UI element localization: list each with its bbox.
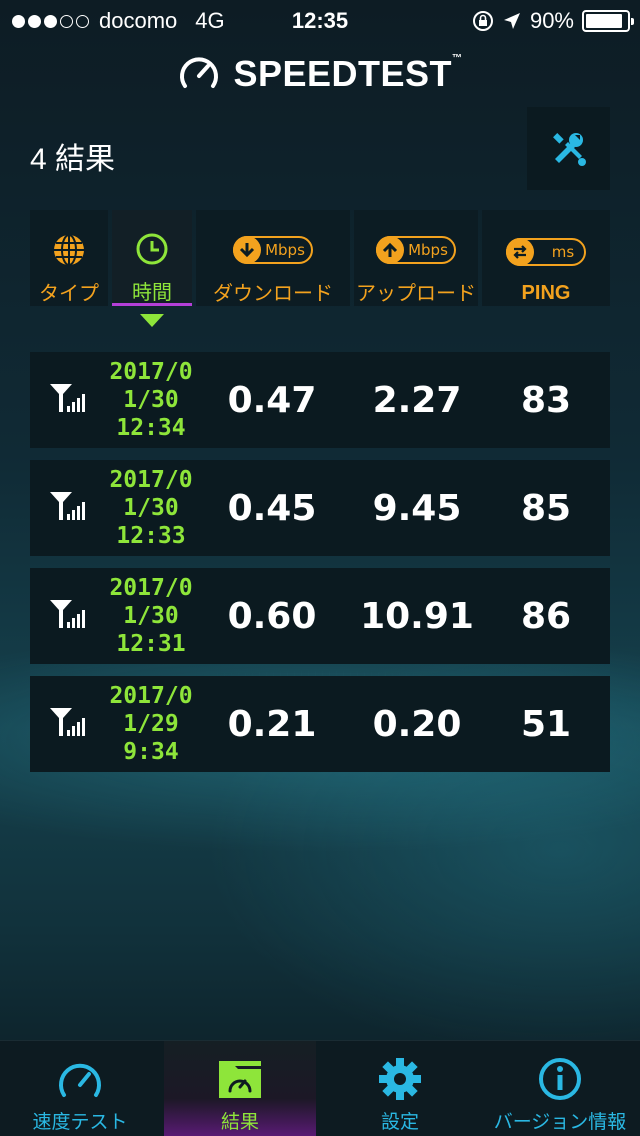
battery-percent: 90% <box>529 8 574 33</box>
column-upload-label: アップロード <box>356 281 476 305</box>
results-count: 4 結果 <box>30 143 116 176</box>
result-datetime: 2017/0 1/30 12:34 <box>98 358 204 442</box>
result-date-day: 1/29 <box>123 711 179 737</box>
clock-icon <box>136 233 168 265</box>
result-upload: 2.27 <box>372 380 462 421</box>
column-upload[interactable]: Mbps アップロード <box>354 210 478 306</box>
gear-icon <box>379 1058 421 1100</box>
result-time: 12:33 <box>116 523 186 549</box>
result-download: 0.47 <box>227 380 317 421</box>
upload-unit: Mbps <box>408 240 448 259</box>
speedtest-logo-icon <box>180 57 219 88</box>
column-ping-label: PING <box>521 282 571 304</box>
column-download-label: ダウンロード <box>213 281 333 305</box>
logo-word: SPEEDTEST <box>233 53 453 94</box>
column-type[interactable]: タイプ <box>30 210 108 306</box>
trademark: ™ <box>452 53 463 64</box>
status-bar: docomo 4G 12:35 90% <box>0 0 640 40</box>
column-ping[interactable]: ms PING <box>482 210 610 306</box>
upload-unit-pill: Mbps <box>376 235 456 264</box>
tab-about[interactable]: バージョン情報 <box>480 1041 640 1136</box>
result-ping: 51 <box>520 704 572 745</box>
tab-speedtest[interactable]: 速度テスト <box>0 1041 160 1136</box>
tab-speedtest-label: 速度テスト <box>32 1111 128 1133</box>
result-row[interactable]: 2017/0 1/29 9:34 0.21 0.20 51 <box>30 676 610 772</box>
tab-results[interactable]: 結果 <box>164 1041 316 1136</box>
result-date-day: 1/30 <box>123 603 179 629</box>
cellular-signal-icon <box>50 384 85 412</box>
result-download: 0.45 <box>227 488 317 529</box>
result-row[interactable]: 2017/0 1/30 12:33 0.45 9.45 85 <box>30 460 610 556</box>
speedometer-icon <box>59 1063 101 1097</box>
result-upload: 0.20 <box>372 704 462 745</box>
results-folder-icon <box>219 1061 261 1098</box>
tab-results-label: 結果 <box>220 1111 259 1133</box>
download-unit-pill: Mbps <box>233 235 313 264</box>
ping-unit: ms <box>551 243 575 261</box>
result-datetime: 2017/0 1/30 12:31 <box>98 574 204 658</box>
result-date-year: 2017/0 <box>109 467 193 493</box>
cellular-signal-icon <box>50 600 85 628</box>
result-time: 12:31 <box>116 631 186 657</box>
globe-icon <box>54 233 84 266</box>
result-date-year: 2017/0 <box>109 359 193 385</box>
column-download[interactable]: Mbps ダウンロード <box>196 210 350 306</box>
download-unit: Mbps <box>265 240 305 259</box>
result-date-year: 2017/0 <box>109 575 193 601</box>
result-date-day: 1/30 <box>123 495 179 521</box>
result-time: 12:34 <box>116 415 186 441</box>
location-arrow-icon <box>503 13 520 29</box>
ping-unit-pill: ms <box>505 238 587 266</box>
status-right: 90% <box>472 8 634 34</box>
column-type-label: タイプ <box>39 281 99 305</box>
download-arrow-icon <box>240 242 255 257</box>
tab-settings-label: 設定 <box>380 1111 419 1133</box>
battery-icon <box>582 10 634 32</box>
result-date-year: 2017/0 <box>109 683 193 709</box>
sort-indicator-icon <box>140 314 164 327</box>
result-datetime: 2017/0 1/30 12:33 <box>98 466 204 550</box>
wrench-screwdriver-icon <box>552 132 586 166</box>
upload-arrow-icon <box>383 242 398 257</box>
result-row[interactable]: 2017/0 1/30 12:34 0.47 2.27 83 <box>30 352 610 448</box>
result-download: 0.60 <box>227 596 317 637</box>
rotation-lock-icon <box>472 11 493 31</box>
column-time[interactable]: 時間 <box>112 210 192 306</box>
result-ping: 85 <box>520 488 572 529</box>
cellular-signal-icon <box>50 708 85 736</box>
result-upload: 10.91 <box>360 596 474 637</box>
result-ping: 86 <box>520 596 572 637</box>
result-upload: 9.45 <box>372 488 462 529</box>
column-time-label: 時間 <box>132 280 172 304</box>
result-datetime: 2017/0 1/29 9:34 <box>98 682 204 766</box>
tab-bar: 速度テスト 結果 設定 バージョン情報 <box>0 1040 640 1136</box>
result-date-day: 1/30 <box>123 387 179 413</box>
tools-button[interactable] <box>527 107 610 190</box>
result-time: 9:34 <box>123 739 179 765</box>
tab-about-label: バージョン情報 <box>493 1111 627 1133</box>
result-download: 0.21 <box>227 704 317 745</box>
info-icon <box>539 1058 581 1100</box>
app-logo: SPEEDTEST™ <box>0 52 640 96</box>
result-ping: 83 <box>520 380 572 421</box>
ping-arrows-icon <box>513 245 527 259</box>
logo-text: SPEEDTEST™ <box>233 53 462 95</box>
result-row[interactable]: 2017/0 1/30 12:31 0.60 10.91 86 <box>30 568 610 664</box>
tab-settings[interactable]: 設定 <box>320 1041 480 1136</box>
cellular-signal-icon <box>50 492 85 520</box>
